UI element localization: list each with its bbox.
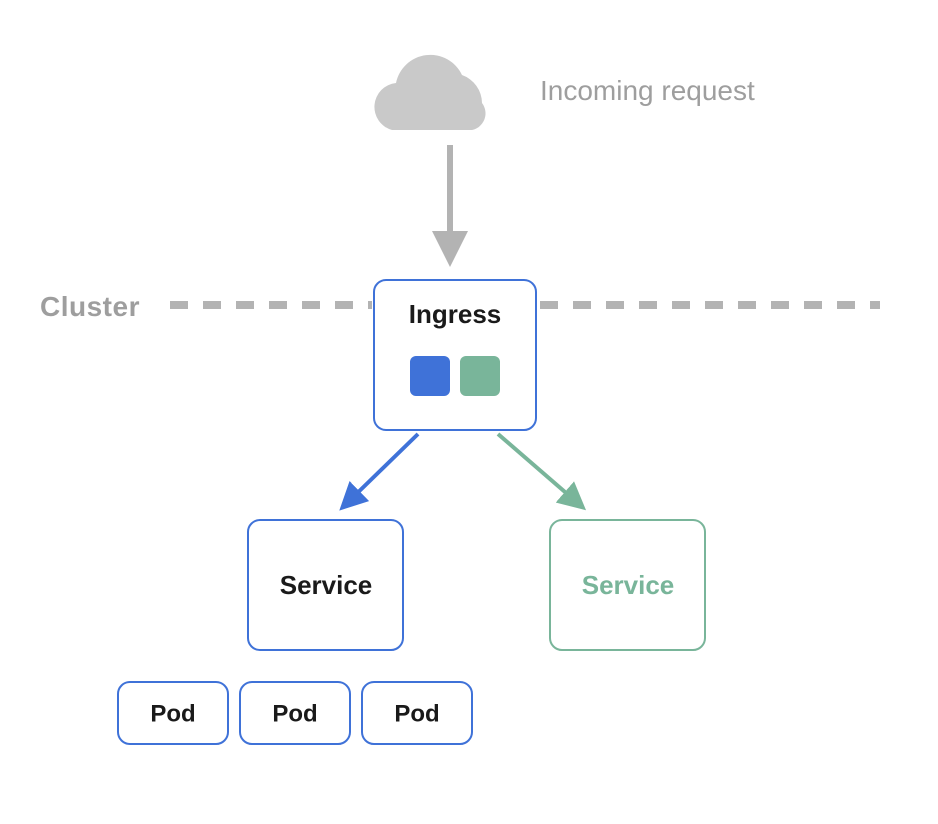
service-green-label: Service [582,570,675,600]
ingress-rule-square-green [460,356,500,396]
incoming-request-label: Incoming request [540,75,755,106]
pod-label: Pod [394,700,439,727]
arrow-ingress-to-service-blue [345,434,418,505]
service-blue-label: Service [280,570,373,600]
ingress-node: Ingress [374,280,536,430]
pod-node: Pod [240,682,350,744]
pod-label: Pod [272,700,317,727]
cluster-label: Cluster [40,291,140,322]
ingress-label: Ingress [409,299,502,329]
cloud-icon [374,55,485,130]
pod-label: Pod [150,700,195,727]
pod-node: Pod [118,682,228,744]
service-node-green: Service [550,520,705,650]
pod-node: Pod [362,682,472,744]
service-node-blue: Service [248,520,403,650]
arrow-ingress-to-service-green [498,434,580,505]
ingress-rule-square-blue [410,356,450,396]
